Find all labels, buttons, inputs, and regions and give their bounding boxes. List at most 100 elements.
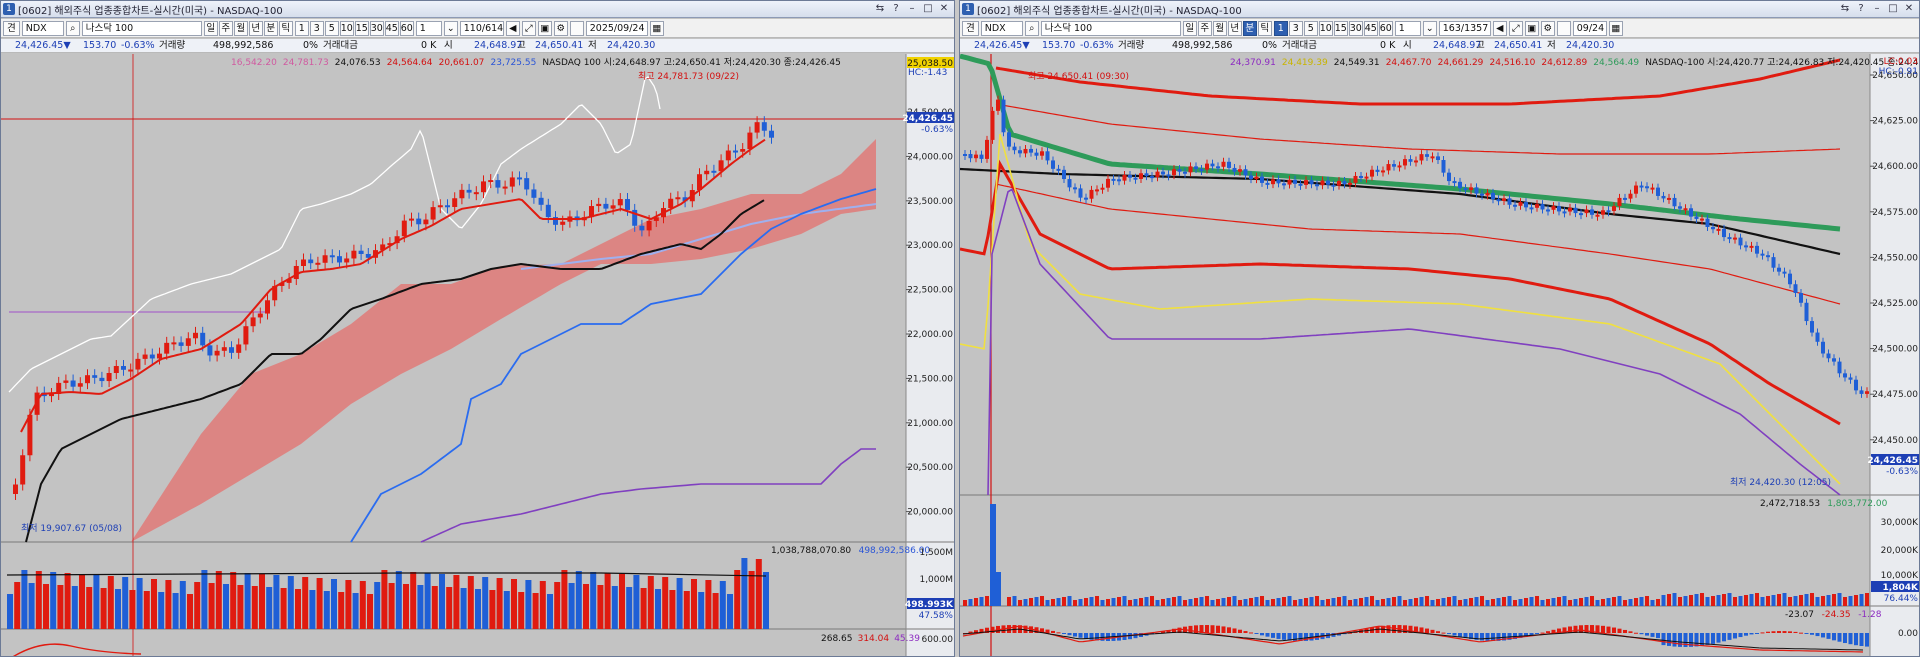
candle [1029, 148, 1033, 153]
market-select[interactable]: 견 [3, 20, 20, 36]
candle [1133, 177, 1138, 180]
volume-bar [968, 599, 973, 606]
volume-bar [1067, 596, 1072, 606]
candle [769, 130, 774, 138]
candle [1667, 197, 1671, 200]
settings-icon[interactable]: ⚙ [553, 20, 568, 36]
maximize-icon[interactable]: □ [921, 3, 935, 15]
macd-bar [1452, 633, 1457, 636]
candle [1199, 169, 1204, 172]
period-minute-button[interactable]: 분 [263, 20, 278, 36]
min-60-button[interactable]: 60 [399, 20, 414, 36]
code-input[interactable]: NDX [980, 20, 1023, 36]
maximize-icon[interactable]: □ [1886, 3, 1900, 15]
period-tick-button[interactable]: 틱 [278, 20, 293, 36]
min-15-button[interactable]: 15 [1333, 20, 1348, 36]
interval-dropdown-icon[interactable]: ⌄ [1422, 20, 1437, 36]
period-day-button[interactable]: 일 [1182, 20, 1197, 36]
min-10-button[interactable]: 10 [339, 20, 354, 36]
min-3-button[interactable]: 3 [1288, 20, 1303, 36]
interval-input[interactable]: 1 [1394, 20, 1421, 36]
close-icon[interactable]: ✕ [937, 3, 951, 15]
max-price-label: 최고 24,650.41 (09:30) [1028, 71, 1129, 82]
calendar-icon[interactable]: ▦ [1608, 20, 1623, 36]
volume-bar [1298, 599, 1303, 606]
period-month-button[interactable]: 월 [233, 20, 248, 36]
title-bar[interactable]: 1 [0602] 해외주식 업종종합차트-실시간(미국) - NASDAQ-10… [960, 1, 1919, 18]
calendar-icon[interactable]: ▦ [649, 20, 664, 36]
save-icon[interactable]: ▣ [537, 20, 552, 36]
min-30-button[interactable]: 30 [1348, 20, 1363, 36]
min-1-button[interactable]: 1 [294, 20, 309, 36]
daily-candlestick-chart[interactable]: 24,500.0024,000.0023,500.0023,000.0022,5… [1, 54, 955, 657]
min-45-button[interactable]: 45 [384, 20, 399, 36]
settings-icon[interactable]: ⚙ [1540, 20, 1555, 36]
min-30-button[interactable]: 30 [369, 20, 384, 36]
min-5-button[interactable]: 5 [324, 20, 339, 36]
name-field[interactable]: 나스닥 100 [1040, 20, 1181, 36]
min-60-button[interactable]: 60 [1378, 20, 1393, 36]
period-month-button[interactable]: 월 [1212, 20, 1227, 36]
low-value: 24,420.30 [1566, 40, 1615, 51]
change-value: 153.70 [1042, 40, 1076, 51]
prev-icon[interactable]: ◀ [1492, 20, 1507, 36]
min-10-button[interactable]: 10 [1318, 20, 1333, 36]
period-tick-button[interactable]: 틱 [1257, 20, 1272, 36]
title-bar[interactable]: 1 [0602] 해외주식 업종종합차트-실시간(미국) - NASDAQ-10… [1, 1, 954, 18]
save-icon[interactable]: ▣ [1524, 20, 1539, 36]
min-1-button[interactable]: 1 [1273, 20, 1288, 36]
interval-input[interactable]: 1 [415, 20, 442, 36]
link-icon[interactable]: ⇆ [1838, 3, 1852, 15]
interval-dropdown-icon[interactable]: ⌄ [443, 20, 458, 36]
date-input[interactable]: 09/24 [1572, 20, 1607, 36]
code-input[interactable]: NDX [21, 20, 64, 36]
candle [1496, 199, 1501, 202]
prev-icon[interactable]: ◀ [505, 20, 520, 36]
volume-bar [35, 571, 42, 629]
help-icon[interactable]: ? [889, 3, 903, 15]
volume-bar [619, 574, 625, 629]
candle [1425, 154, 1429, 157]
volume-bar [1524, 598, 1528, 606]
candle [1397, 165, 1402, 168]
period-week-button[interactable]: 주 [1197, 20, 1212, 36]
volume-bar [7, 594, 13, 629]
period-day-button[interactable]: 일 [203, 20, 218, 36]
checkbox[interactable] [569, 20, 584, 36]
candle [1678, 206, 1682, 209]
checkbox[interactable] [1556, 20, 1571, 36]
volume-bar [525, 580, 532, 629]
min-45-button[interactable]: 45 [1363, 20, 1378, 36]
date-input[interactable]: 2025/09/24 [585, 20, 648, 36]
min-15-button[interactable]: 15 [354, 20, 369, 36]
close-icon[interactable]: ✕ [1902, 3, 1916, 15]
min-5-button[interactable]: 5 [1303, 20, 1318, 36]
min-3-button[interactable]: 3 [309, 20, 324, 36]
name-field[interactable]: 나스닥 100 [81, 20, 202, 36]
minute-candlestick-chart[interactable]: 24,650.0024,625.0024,600.0024,575.0024,5… [960, 54, 1920, 657]
link-icon[interactable]: ⇆ [873, 3, 887, 15]
count-input[interactable]: 110/614 [459, 20, 504, 36]
search-icon[interactable]: ⌕ [65, 20, 80, 36]
macd-bar [1865, 633, 1869, 647]
period-year-button[interactable]: 년 [1227, 20, 1242, 36]
period-week-button[interactable]: 주 [218, 20, 233, 36]
period-year-button[interactable]: 년 [248, 20, 263, 36]
search-icon[interactable]: ⌕ [1024, 20, 1039, 36]
minimize-icon[interactable]: – [1870, 3, 1884, 15]
count-input[interactable]: 163/1357 [1438, 20, 1491, 36]
candle [344, 258, 350, 263]
market-select[interactable]: 견 [962, 20, 979, 36]
help-icon[interactable]: ? [1854, 3, 1868, 15]
compare-icon[interactable]: ⤢ [521, 20, 536, 36]
volume-tick-label: 1,000M [919, 575, 953, 585]
price-value: 24,426.45▼ [974, 40, 1030, 51]
compare-icon[interactable]: ⤢ [1508, 20, 1523, 36]
candle [445, 205, 450, 208]
y-tick-label: 22,500.00 [907, 286, 953, 296]
minimize-icon[interactable]: – [905, 3, 919, 15]
volume-bar [352, 593, 359, 629]
period-minute-button[interactable]: 분 [1242, 20, 1257, 36]
macd-tick-label: 0.00 [1898, 629, 1918, 639]
volume-bar [323, 591, 330, 629]
